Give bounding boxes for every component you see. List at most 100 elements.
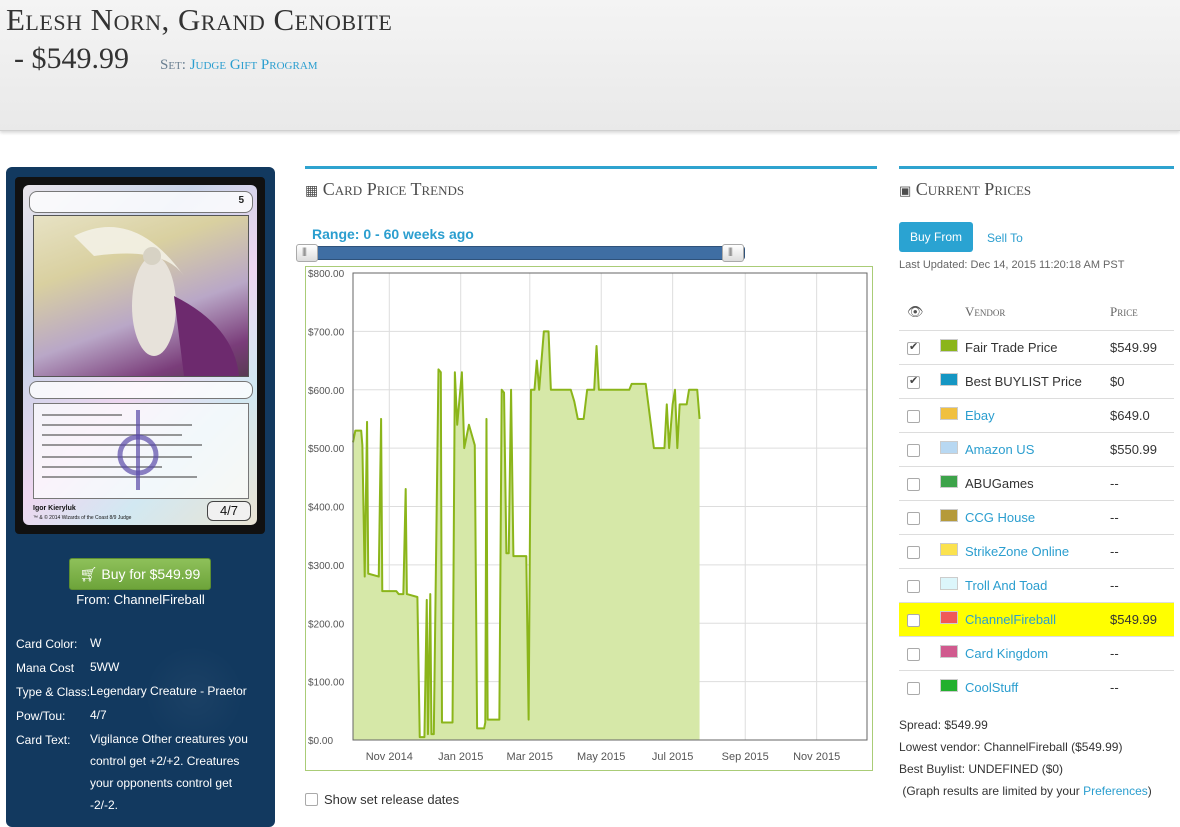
vendor-color-swatch: [940, 509, 958, 522]
prices-rule: [899, 166, 1174, 169]
card-artwork-figure: [74, 227, 239, 376]
price-chart-svg: $0.00 $100.00 $200.00 $300.00 $400.00 $500.00…: [308, 269, 868, 763]
range-handle-end[interactable]: [722, 244, 744, 262]
phyrexian-watermark-icon: [117, 410, 159, 490]
card-pt-box: 4/7: [207, 501, 251, 521]
vendor-price: $649.0: [1110, 408, 1150, 423]
vendor-visibility-checkbox[interactable]: [907, 580, 920, 593]
vendor-color-swatch: [940, 679, 958, 692]
price-chart: $0.00 $100.00 $200.00 $300.00 $400.00 $500.00…: [305, 266, 873, 771]
vendor-price: $549.99: [1110, 612, 1157, 627]
vendor-table: 👁︎ Vendor Price Fair Trade Price $549.99 B…: [899, 296, 1174, 704]
vendor-row: Ebay $649.0: [899, 398, 1174, 432]
vendor-color-swatch: [940, 475, 958, 488]
x-tick-label: Jul 2015: [652, 751, 694, 763]
card-type-bar: [29, 381, 253, 399]
range-label: Range: 0 - 60 weeks ago: [312, 226, 474, 242]
card-artwork: [33, 215, 249, 377]
y-tick-label: $200.00: [308, 619, 345, 630]
vendor-visibility-checkbox[interactable]: [907, 546, 920, 559]
vendor-price: --: [1110, 476, 1119, 491]
x-tick-label: Nov 2015: [793, 751, 840, 763]
vendor-price: --: [1110, 680, 1119, 695]
range-handle-start[interactable]: [296, 244, 318, 262]
vendor-name[interactable]: Ebay: [965, 408, 995, 423]
vendor-table-header: 👁︎ Vendor Price: [899, 296, 1174, 330]
vendor-row: ABUGames --: [899, 466, 1174, 500]
vendor-visibility-checkbox[interactable]: [907, 444, 920, 457]
vendor-color-swatch: [940, 577, 958, 590]
vendor-visibility-checkbox[interactable]: [907, 682, 920, 695]
lowest-vendor: Lowest vendor: ChannelFireball ($549.99): [899, 740, 1123, 754]
page-header: Elesh Norn, Grand Cenobite - $549.99 Set…: [0, 0, 1180, 131]
vendor-visibility-checkbox[interactable]: [907, 512, 920, 525]
vendor-row: Troll And Toad --: [899, 568, 1174, 602]
range-slider[interactable]: [296, 244, 745, 262]
graph-note: (Graph results are limited by your Prefe…: [899, 784, 1152, 798]
cart-icon: 🛒︎: [79, 566, 98, 582]
preferences-link[interactable]: Preferences: [1083, 784, 1148, 798]
money-icon: ▣: [899, 183, 912, 198]
vendor-visibility-checkbox[interactable]: [907, 340, 920, 355]
vendor-name: Fair Trade Price: [965, 340, 1058, 355]
buy-button[interactable]: 🛒︎ Buy for $549.99: [69, 558, 211, 590]
y-tick-label: $600.00: [308, 386, 345, 397]
vendor-color-swatch: [940, 645, 958, 658]
y-tick-label: $300.00: [308, 561, 345, 572]
vendor-name[interactable]: CoolStuff: [965, 680, 1018, 695]
vendor-visibility-checkbox[interactable]: [907, 648, 920, 661]
vendor-row: CCG House --: [899, 500, 1174, 534]
y-tick-label: $0.00: [308, 736, 333, 747]
y-tick-label: $700.00: [308, 327, 345, 338]
vendor-price: $549.99: [1110, 340, 1157, 355]
vendor-price: --: [1110, 544, 1119, 559]
vendor-name[interactable]: Card Kingdom: [965, 646, 1048, 661]
trends-title: ▦ Card Price Trends: [305, 179, 465, 199]
vendor-price: --: [1110, 646, 1119, 661]
set-label: Set:: [160, 57, 186, 73]
vendor-visibility-checkbox[interactable]: [907, 614, 920, 627]
show-release-dates-checkbox[interactable]: [305, 793, 318, 806]
vendor-color-swatch: [940, 339, 958, 352]
vendor-color-swatch: [940, 611, 958, 624]
eye-icon: 👁︎: [907, 304, 924, 319]
vendor-price: $0: [1110, 374, 1125, 389]
x-tick-label: Jan 2015: [438, 751, 483, 763]
prices-title: ▣ Current Prices: [899, 179, 1032, 199]
vendor-visibility-checkbox[interactable]: [907, 410, 920, 423]
vendor-row: ChannelFireball $549.99: [899, 602, 1174, 636]
set-link[interactable]: Judge Gift Program: [190, 57, 318, 73]
vendor-visibility-checkbox[interactable]: [907, 478, 920, 491]
tab-buy-from[interactable]: Buy From: [899, 222, 973, 252]
x-tick-label: Mar 2015: [507, 751, 553, 763]
trends-rule: [305, 166, 877, 169]
set-info: Set: Judge Gift Program: [160, 57, 318, 74]
card-image: 5 Igor Kieryluk ™ & © 2014 Wizards of th…: [15, 177, 265, 534]
vendor-name: Best BUYLIST Price: [965, 374, 1082, 389]
best-buylist: Best Buylist: UNDEFINED ($0): [899, 762, 1064, 776]
y-tick-label: $500.00: [308, 444, 345, 455]
calendar-icon: ▦: [305, 184, 319, 199]
vendor-name[interactable]: Troll And Toad: [965, 578, 1047, 593]
vendor-name[interactable]: ChannelFireball: [965, 612, 1056, 627]
x-tick-label: May 2015: [577, 751, 625, 763]
card-title: Elesh Norn, Grand Cenobite: [6, 2, 393, 37]
card-textbox: [33, 403, 249, 499]
vendor-name[interactable]: CCG House: [965, 510, 1035, 525]
card-copyright: ™ & © 2014 Wizards of the Coast 8/9 Judg…: [33, 515, 132, 521]
vendor-visibility-checkbox[interactable]: [907, 374, 920, 389]
vendor-name: ABUGames: [965, 476, 1034, 491]
vendor-price: --: [1110, 578, 1119, 593]
spread: Spread: $549.99: [899, 718, 988, 732]
vendor-name[interactable]: StrikeZone Online: [965, 544, 1069, 559]
vendor-row: StrikeZone Online --: [899, 534, 1174, 568]
vendor-color-swatch: [940, 441, 958, 454]
tab-sell-to[interactable]: Sell To: [987, 231, 1023, 245]
vendor-name[interactable]: Amazon US: [965, 442, 1034, 457]
card-artist: Igor Kieryluk: [33, 505, 76, 512]
vendor-row: Card Kingdom --: [899, 636, 1174, 670]
show-release-dates[interactable]: Show set release dates: [305, 792, 459, 807]
show-release-dates-label: Show set release dates: [324, 792, 460, 807]
vendor-row: Amazon US $550.99: [899, 432, 1174, 466]
x-tick-label: Nov 2014: [366, 751, 413, 763]
